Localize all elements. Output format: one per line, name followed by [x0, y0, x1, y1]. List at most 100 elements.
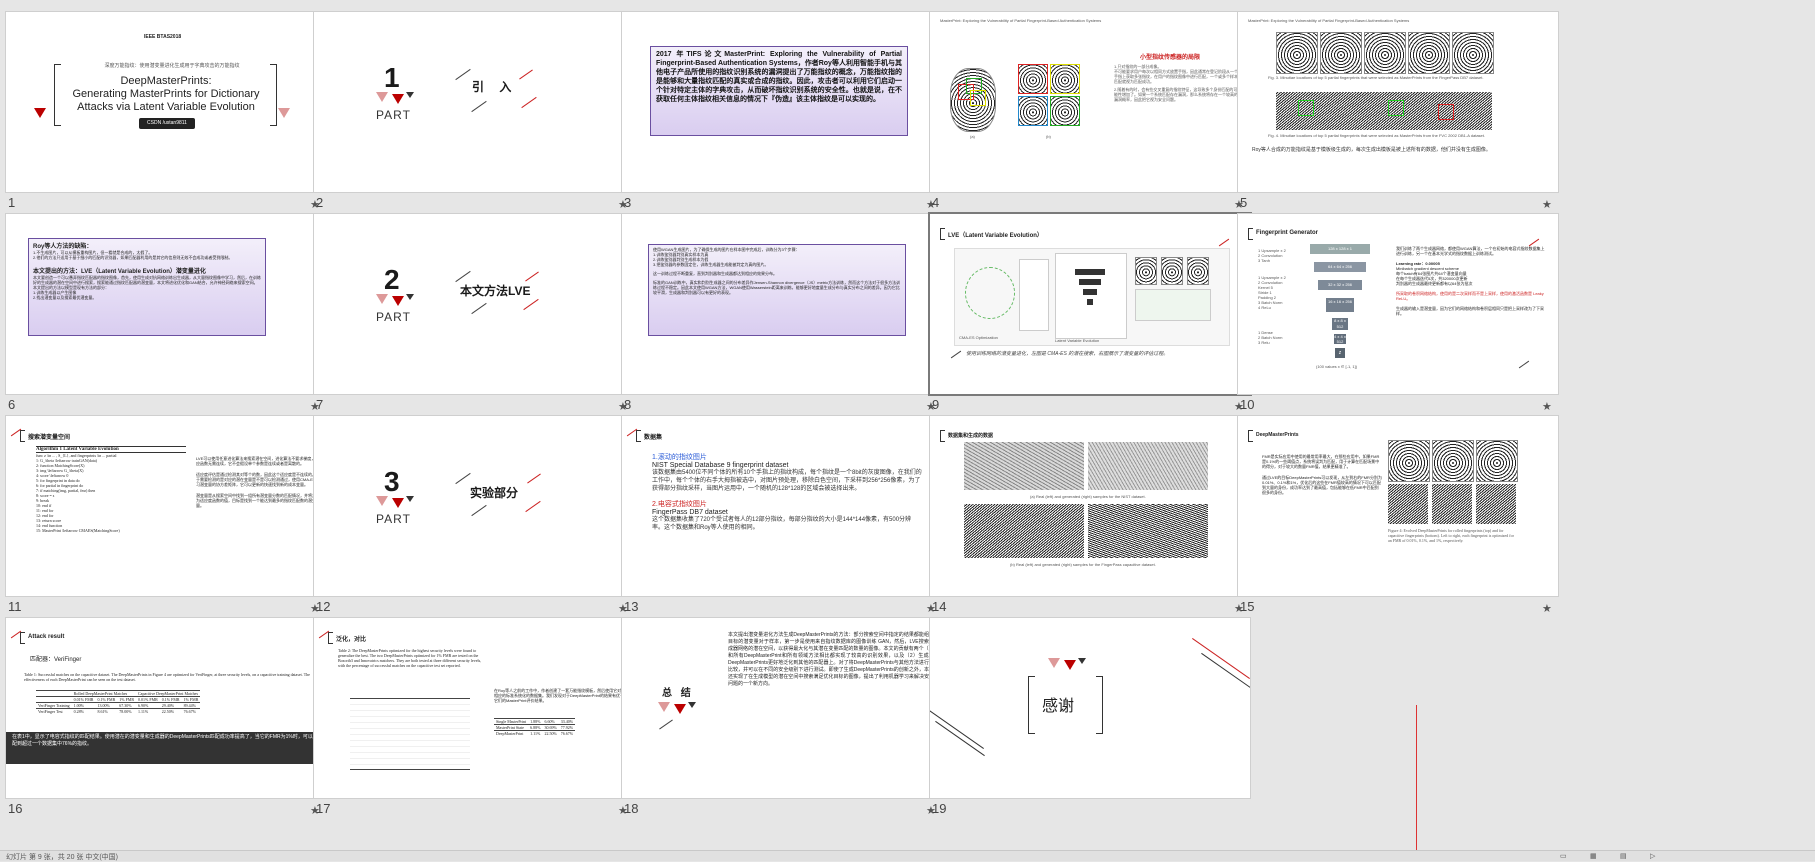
slide-canvas: 3 PART 实验部分: [314, 416, 634, 596]
decor-line: [950, 350, 962, 359]
slide-thumbnail-6[interactable]: Roy等人方法的缺陷： 1.不生成图片，可以从模板重构图片，但一看就是合成的，太…: [0, 202, 326, 422]
subheading: 2.电容式指纹图片: [652, 501, 707, 508]
animation-star-icon[interactable]: ★: [1542, 602, 1552, 615]
view-slideshow-icon[interactable]: ▷: [1650, 852, 1655, 860]
slide-thumbnail-10[interactable]: Fingerprint Generator 1 Upsample x 2 2 C…: [1232, 202, 1558, 422]
decor-line: [455, 68, 471, 81]
part-label: PART: [376, 310, 411, 324]
thanks-text: 感谢: [1042, 698, 1075, 715]
lve-diagram: CMA-ES Optimization Latent Variable Evol…: [954, 248, 1230, 346]
decor-line: [1218, 238, 1230, 247]
slide-thumbnail-4[interactable]: MasterPrint: Exploring the Vulnerability…: [924, 0, 1250, 220]
generated-print: [1135, 257, 1157, 285]
summary-text: 本文提出潜变量进化方法生成DeepMasterPrints的方法：部分搜索空间中…: [728, 632, 934, 687]
fingerprint-image: [1320, 32, 1362, 74]
slide-thumbnail-17[interactable]: 泛化，对比 Table 2: The DeepMasterPrints opti…: [308, 606, 634, 826]
left-bracket: [54, 64, 61, 126]
slide-thumbnail-9[interactable]: LVE（Latent Variable Evolution） CMA-ES Op…: [924, 202, 1250, 422]
text-line: 2.找出潜变量以及搜索最优潜变量。: [33, 295, 97, 300]
cmaes-ellipse: [965, 267, 1015, 319]
slide-thumbnail-1[interactable]: IEEE BTAS2018 深度万能指纹：使用潜变量进化生成用于字典攻击的万能指…: [0, 0, 326, 220]
arch-block: 32 x 32 x 256: [1318, 280, 1362, 290]
text-box: 使用WGAN生成图片，为了确保生成的图片在样本图中完成后，训练分为3个步骤： 1…: [648, 244, 906, 336]
slide-thumbnail-3[interactable]: 2017 年TIFS论文MasterPrint: Exploring the V…: [616, 0, 942, 220]
view-sorter-icon[interactable]: ▦: [1590, 852, 1597, 860]
decor-triangle: [1048, 658, 1060, 668]
conference-tag: IEEE BTAS2018: [144, 34, 182, 40]
slide-canvas: 数据集和生成的数据 (a) Real (left) and generated …: [930, 416, 1250, 596]
text-line: 生成器的输入是潜变量，因为它们的网络结构和卷积层相同只是把上采样改为了下采样。: [1396, 306, 1544, 316]
masterprint-rolled: [1432, 440, 1474, 482]
body-text: 2017 年TIFS论文MasterPrint: Exploring the V…: [656, 51, 902, 103]
algorithm-lines: func z \in ... , S_{L}, and fingerprints…: [36, 453, 186, 533]
slide-thumbnail-5[interactable]: MasterPrint: Exploring the Vulnerability…: [1232, 0, 1558, 220]
decor-triangle: [688, 702, 696, 708]
slide-thumbnail-18[interactable]: 总 结 本文提出潜变量进化方法生成DeepMasterPrints的方法：部分搜…: [616, 606, 942, 826]
slide-canvas: 感谢: [930, 618, 1250, 798]
decor-triangle: [392, 498, 404, 508]
algo-line: 15: MasterPrint \leftarrow CMAES(Matchin…: [36, 528, 120, 533]
table-cell: 0.28%: [71, 708, 96, 714]
gen-layer: [1083, 289, 1097, 295]
table-cell: 8.61%: [95, 708, 118, 714]
right-bracket: [1096, 676, 1103, 734]
slide-thumbnail-16[interactable]: Attack result 匹配器：VeriFinger Table 1: Su…: [0, 606, 326, 826]
slide-thumbnail-8[interactable]: 使用WGAN生成图片，为了确保生成的图片在样本图中完成后，训练分为3个步骤： 1…: [616, 202, 942, 422]
slide-thumbnail-15[interactable]: DeepMasterPrints FMR是实际应用中使用的最常用率最大，在那些应…: [1232, 404, 1558, 624]
slide-canvas: Attack result 匹配器：VeriFinger Table 1: Su…: [6, 618, 326, 798]
header-bracket: [1248, 430, 1253, 442]
slide-heading: LVE（Latent Variable Evolution）: [948, 233, 1043, 239]
part-number: 2: [384, 264, 400, 295]
arch-block: 16 x 16 x 256: [1326, 298, 1354, 312]
algorithm-box: Algorithm 1 Latent Variable Evolution fu…: [36, 446, 186, 533]
masterprint-rolled: [1476, 440, 1518, 482]
figure-caption: Fig. 3. Minutiae locations of top 5 part…: [1268, 75, 1484, 80]
table-subheader: 0.01% FMR: [136, 696, 160, 703]
slide-thumbnail-13[interactable]: 数据集 1.滚动的指纹图片 NIST Special Database 9 fi…: [616, 404, 942, 624]
right-bracket: [270, 64, 277, 126]
dataset-description: 该数据集由5400位不同个体的所有10个手指上的指纹构成，每个指纹是一个8bit…: [652, 470, 922, 492]
text-line: 判别器的生成器最终更新都有以64张为批次: [1396, 281, 1473, 286]
table-subheader: 0.1% FMR: [95, 696, 118, 703]
decor-line: [471, 504, 487, 517]
text-line: 3.把鉴别器的参数固定住，训练生成器生成能被判定为真的图片。: [653, 262, 769, 267]
slide-thumbnail-12[interactable]: 3 PART 实验部分 12 ★: [308, 404, 634, 624]
text-heading: 本文提出的方法：LVE（Latent Variable Evolution）潜变…: [33, 269, 206, 275]
fingerprint-crop: [1050, 96, 1080, 126]
decor-triangle: [406, 294, 414, 300]
footer-note: 在表1中，显示了电容式指纹的匹配结果。使用潜在的潜变量和生成器的DeepMast…: [6, 732, 326, 764]
header-bracket: [636, 430, 641, 442]
slide-canvas: MasterPrint: Exploring the Vulnerability…: [930, 12, 1250, 192]
text-heading: Roy等人方法的缺陷：: [33, 244, 93, 250]
table-cell: 1.11%: [136, 708, 160, 714]
author-badge: CSDN /ustan9811: [139, 118, 195, 129]
view-reading-icon[interactable]: ▤: [1620, 852, 1627, 860]
decor-triangle: [392, 94, 404, 104]
text-block: 我们训练了两个生成器网络，都使用WGAN算法，一个在初始的电容式指纹数据集上进行…: [1396, 246, 1546, 316]
slide-thumbnail-2[interactable]: 1 PART 引 入 2 ★: [308, 0, 634, 220]
fingerprint-image: [1276, 32, 1318, 74]
decor-triangle: [658, 702, 670, 712]
decor-triangle: [376, 496, 388, 506]
part-number: 3: [384, 466, 400, 497]
text-block: 在Roy等人之前的工作中，作者创建了一套万能指纹模板，然后使用它对相应的标准系统…: [494, 688, 625, 703]
slide-canvas: 总 结 本文提出潜变量进化方法生成DeepMasterPrints的方法：部分搜…: [622, 618, 942, 798]
slide-thumbnail-14[interactable]: 数据集和生成的数据 (a) Real (left) and generated …: [924, 404, 1250, 624]
slide-thumbnail-11[interactable]: 搜索潜变量空间 Algorithm 1 Latent Variable Evol…: [0, 404, 326, 624]
slide-thumbnail-7[interactable]: 2 PART 本文方法LVE 7 ★: [308, 202, 634, 422]
dataset-title: FingerPass DB7 dataset: [652, 509, 728, 516]
decor-line: [523, 298, 539, 311]
highlight-box: [970, 90, 986, 106]
slide-canvas: 泛化，对比 Table 2: The DeepMasterPrints opti…: [314, 618, 634, 798]
generalization-table: [350, 698, 470, 770]
view-normal-icon[interactable]: ▭: [1560, 852, 1567, 860]
slide-title: DeepMasterPrints: Generating MasterPrint…: [62, 75, 270, 114]
bullet-item: 不可能要求用户每次以相同方式放置手指，因此通常在登记阶段从一个手指上获取多张指纹…: [1114, 69, 1238, 84]
slide-sorter-grid: IEEE BTAS2018 深度万能指纹：使用潜变量进化生成用于字典攻击的万能指…: [0, 0, 1815, 860]
status-text: 幻灯片 第 9 张，共 20 张 中文(中国): [6, 854, 119, 861]
arch-label: 4 ReLu: [1258, 305, 1271, 310]
masterprint-capacitive: [1476, 484, 1516, 524]
slide-thumbnail-19[interactable]: 感谢 19: [924, 606, 1250, 826]
fingerprint-crop: [1050, 64, 1080, 94]
fingerprint-image: [1408, 32, 1450, 74]
